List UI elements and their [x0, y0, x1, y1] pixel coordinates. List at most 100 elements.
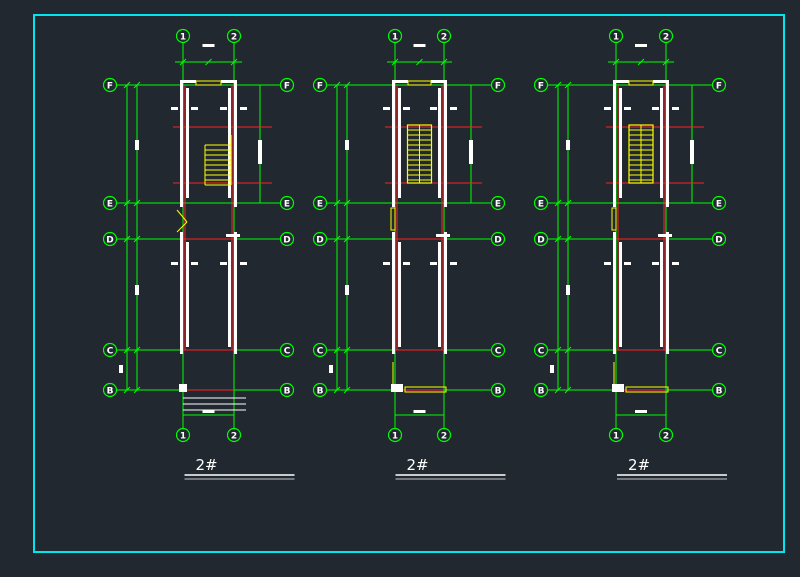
wall-inner-right [660, 88, 663, 198]
wall-left-upper [180, 82, 183, 207]
axis-bubble-right-F-label: F [716, 82, 722, 92]
plan-title: 2# [406, 456, 428, 474]
dimension-mark-foot [635, 410, 647, 413]
axis-bubble-top-2-label: 2 [663, 33, 669, 43]
axis-bubble-left-B-label: B [107, 387, 114, 397]
axis-bubble-bottom-1-label: 1 [392, 432, 398, 442]
wall-right-upper [234, 82, 237, 207]
axis-bubble-right-D-label: D [715, 236, 722, 246]
wall-top-right [221, 80, 237, 83]
dimension-mark-bottom [329, 365, 333, 373]
wall-right-lower [666, 232, 669, 354]
axis-bubble-left-F-label: F [317, 82, 323, 92]
plan-3: F F E E D D C C B B 1 1 2 2 2# [533, 28, 727, 480]
axis-bubble-top-2-label: 2 [231, 33, 237, 43]
dimension-text-6 [403, 262, 410, 265]
axis-bubble-left-D-label: D [537, 236, 544, 246]
wall-inner-right-lower [228, 242, 231, 347]
axis-bubble-top-2-label: 2 [441, 33, 447, 43]
column-block [179, 384, 187, 392]
dimension-text-5 [220, 107, 227, 110]
axis-bubble-left-E-label: E [538, 200, 544, 210]
column-block [391, 384, 403, 392]
dimension-text-7 [430, 262, 437, 265]
dimension-mark-right [690, 140, 694, 164]
axis-bubble-right-B-label: B [495, 387, 502, 397]
wall-inner-left-lower [186, 242, 189, 347]
window-top [195, 80, 222, 86]
wall-left-lower [180, 232, 183, 354]
wall-top-left [180, 80, 196, 83]
plan-1: F F E E D D C C B B 1 1 2 2 2# [102, 28, 295, 480]
dimension-mark-lower [345, 285, 349, 295]
dimension-mark-lower [566, 285, 570, 295]
dimension-mark-bottom [119, 365, 123, 373]
axis-bubble-left-B-label: B [317, 387, 324, 397]
dimension-mark-lower [135, 285, 139, 295]
dimension-mark-upper [135, 140, 139, 150]
axis-bubble-bottom-1-label: 1 [613, 432, 619, 442]
wall-d-stub [226, 234, 240, 237]
plan-title: 2# [628, 456, 650, 474]
floor-plan-drawing: F F E E D D C C B B 1 1 2 2 2# F F E E D D C C B B 1 1 2 2 2# F F E E D D C C… [33, 14, 785, 553]
wall-right-upper [444, 82, 447, 207]
wall-right-lower [234, 232, 237, 354]
axis-bubble-right-C-label: C [284, 347, 291, 357]
dimension-mark-right [258, 140, 262, 164]
axis-bubble-right-D-label: D [494, 236, 501, 246]
dimension-mark-head [635, 44, 647, 47]
dimension-text-5 [430, 107, 437, 110]
dimension-text-2 [171, 262, 178, 265]
window-top [407, 80, 432, 86]
wall-inner-right-lower [438, 242, 441, 347]
axis-bubble-right-B-label: B [716, 387, 723, 397]
dimension-mark-upper [345, 140, 349, 150]
wall-top-right [431, 80, 447, 83]
wall-inner-left [186, 88, 189, 198]
wall-left-lower [392, 232, 395, 354]
dimension-text-2 [383, 262, 390, 265]
dimension-text-1 [240, 107, 247, 110]
axis-bubble-left-F-label: F [538, 82, 544, 92]
plan-2: F F E E D D C C B B 1 1 2 2 2# [312, 28, 506, 480]
dimension-text-7 [652, 262, 659, 265]
axis-bubble-bottom-2-label: 2 [663, 432, 669, 442]
dimension-text-1 [672, 107, 679, 110]
wall-left-upper [392, 82, 395, 207]
dimension-text-0 [171, 107, 178, 110]
dimension-text-7 [220, 262, 227, 265]
dimension-text-4 [403, 107, 410, 110]
cad-drawing-canvas: F F E E D D C C B B 1 1 2 2 2# F F E E D D C C B B 1 1 2 2 2# F F E E D D C C… [0, 0, 800, 573]
dimension-text-5 [652, 107, 659, 110]
wall-inner-left-lower [398, 242, 401, 347]
plan-title: 2# [195, 456, 217, 474]
axis-bubble-left-B-label: B [538, 387, 545, 397]
dimension-text-4 [624, 107, 631, 110]
axis-bubble-left-D-label: D [106, 236, 113, 246]
wall-left-upper [613, 82, 616, 207]
axis-bubble-right-C-label: C [495, 347, 502, 357]
axis-bubble-right-F-label: F [495, 82, 501, 92]
wall-right-lower [444, 232, 447, 354]
window-top [628, 80, 654, 86]
plans-group: F F E E D D C C B B 1 1 2 2 2# F F E E D D C C B B 1 1 2 2 2# F F E E D D C C… [102, 28, 727, 480]
axis-bubble-left-C-label: C [538, 347, 545, 357]
axis-bubble-right-B-label: B [284, 387, 291, 397]
axis-bubble-right-D-label: D [283, 236, 290, 246]
dimension-text-6 [191, 262, 198, 265]
wall-inner-left [398, 88, 401, 198]
axis-bubble-left-F-label: F [107, 82, 113, 92]
dimension-text-0 [604, 107, 611, 110]
axis-bubble-top-1-label: 1 [613, 33, 619, 43]
wall-left-lower [613, 232, 616, 354]
wall-d-stub [658, 234, 672, 237]
axis-bubble-top-1-label: 1 [392, 33, 398, 43]
axis-bubble-right-C-label: C [716, 347, 723, 357]
wall-inner-left [619, 88, 622, 198]
dimension-mark-foot [413, 410, 426, 413]
axis-bubble-right-F-label: F [284, 82, 290, 92]
wall-d-stub [436, 234, 450, 237]
wall-right-upper [666, 82, 669, 207]
dimension-mark-head [413, 44, 426, 47]
wall-inner-right [438, 88, 441, 198]
